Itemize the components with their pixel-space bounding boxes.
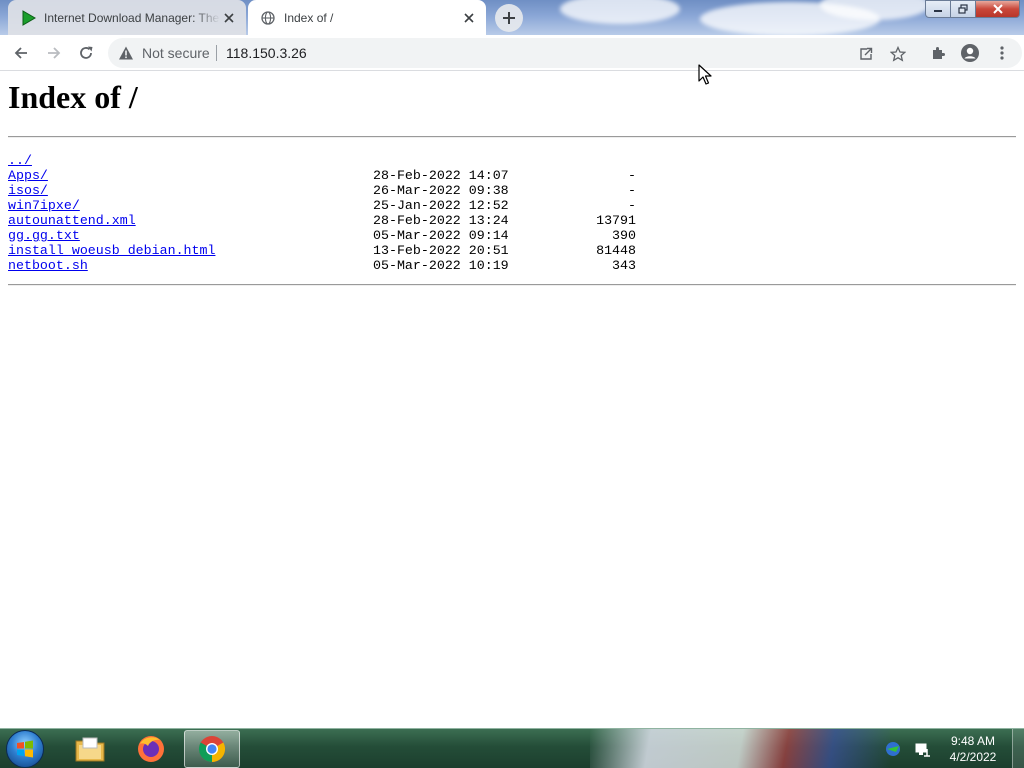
restore-button[interactable] [951,0,976,18]
taskbar-firefox[interactable] [123,730,179,768]
forward-button[interactable] [40,39,68,67]
file-link[interactable]: win7ipxe/ [8,198,80,213]
system-clock[interactable]: 9:48 AM 4/2/2022 [942,733,1004,765]
close-tab-icon[interactable] [460,9,478,27]
back-button[interactable] [7,39,35,67]
reload-icon [80,46,93,59]
chrome-icon [198,736,226,763]
tab-internet-download-manager[interactable]: Internet Download Manager: The [8,0,246,35]
avatar-icon [961,44,979,62]
restore-icon [958,4,968,14]
warning-icon[interactable] [118,45,134,61]
taskbar-chrome[interactable] [184,730,240,768]
wallpaper-cloud [560,0,680,24]
page-title: Index of / [8,79,138,115]
reload-button[interactable] [72,39,100,67]
arrow-left-icon [14,47,27,59]
taskbar-file-explorer[interactable] [62,730,118,768]
firefox-icon [138,736,164,762]
file-explorer-icon [75,737,105,762]
modified-date: 28-Feb-2022 13:24 [373,213,509,228]
minimize-icon [934,10,942,12]
modified-date: 05-Mar-2022 10:19 [373,258,509,273]
page-content: Index of / ../ Apps/ 28-Feb-2022 14:07 -… [0,71,1024,728]
file-link[interactable]: autounattend.xml [8,213,136,228]
url-text[interactable]: 118.150.3.26 [226,45,307,61]
file-size: 343 [612,258,636,273]
extensions-button[interactable] [924,39,952,67]
modified-date: 28-Feb-2022 14:07 [373,168,509,183]
menu-button[interactable] [988,39,1016,67]
modified-date: 13-Feb-2022 20:51 [373,243,509,258]
window-controls [925,0,1020,18]
file-size: 81448 [596,243,636,258]
file-size: 390 [612,228,636,243]
puzzle-icon [933,47,945,59]
clock-time: 9:48 AM [950,734,996,748]
file-link[interactable]: netboot.sh [8,258,88,273]
wallpaper-strip [590,729,890,768]
file-link[interactable]: gg.gg.txt [8,228,80,243]
idm-play-icon [20,9,36,26]
file-size: - [628,183,636,198]
arrow-right-icon [48,47,61,59]
close-tab-icon[interactable] [220,9,238,27]
minimize-button[interactable] [925,0,951,18]
start-button[interactable] [6,730,44,768]
file-link[interactable]: isos/ [8,183,48,198]
file-size: 13791 [596,213,636,228]
close-icon [992,4,1003,14]
modified-date: 05-Mar-2022 09:14 [373,228,509,243]
parent-directory-link[interactable]: ../ [8,153,32,168]
globe-icon [260,10,276,26]
profile-button[interactable] [956,39,984,67]
tab-title: Internet Download Manager: The [44,10,220,25]
browser-tab-strip: Internet Download Manager: The Index of … [0,0,1024,35]
divider [8,136,1016,138]
show-desktop-button[interactable] [1012,729,1024,768]
address-divider [216,45,217,61]
tab-title: Index of / [284,10,334,25]
file-link[interactable]: install_woeusb_debian.html [8,243,215,258]
star-bookmark-icon[interactable] [888,44,908,64]
divider [8,284,1016,286]
new-tab-button[interactable] [495,4,523,32]
mouse-cursor-icon [698,64,712,85]
share-icon[interactable] [856,44,876,64]
file-link[interactable]: Apps/ [8,168,48,183]
network-icon[interactable] [914,740,932,758]
clock-date: 4/2/2022 [949,750,997,764]
file-size: - [628,168,636,183]
modified-date: 25-Jan-2022 12:52 [373,198,509,213]
kebab-menu-icon [1000,46,1004,60]
address-bar[interactable]: Not secure 118.150.3.26 [108,38,1022,68]
windows-logo-icon [17,740,33,758]
modified-date: 26-Mar-2022 09:38 [373,183,509,198]
browser-toolbar: Not secure 118.150.3.26 [0,35,1024,71]
idm-tray-icon[interactable] [884,740,902,758]
taskbar: 9:48 AM 4/2/2022 [0,728,1024,768]
plus-icon [503,12,515,24]
close-window-button[interactable] [976,0,1020,18]
security-status[interactable]: Not secure [142,45,210,61]
file-size: - [628,198,636,213]
tab-index-of[interactable]: Index of / [248,0,486,35]
